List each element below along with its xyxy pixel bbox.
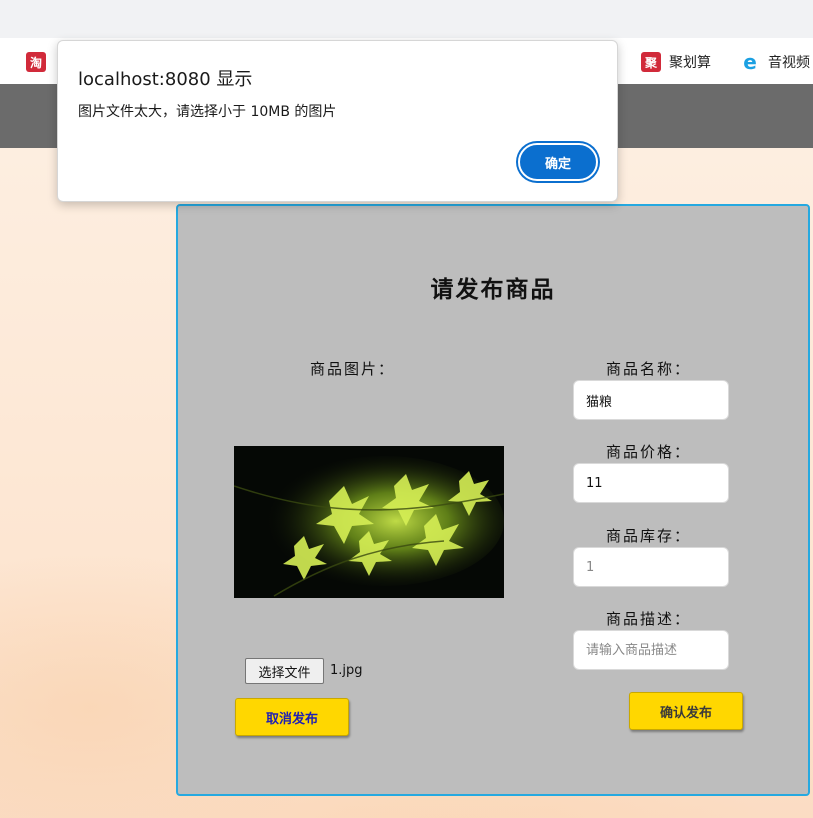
ie-icon: e bbox=[743, 50, 757, 74]
bookmark-video[interactable]: e 音视频 bbox=[740, 50, 810, 74]
dialog-ok-button[interactable]: 确定 bbox=[518, 143, 598, 181]
page-title: 请发布商品 bbox=[430, 276, 556, 303]
price-label: 商品价格： bbox=[606, 443, 692, 461]
publish-product-panel: 请发布商品 商品图片： 选择文件 1.jpg 取消发布 商品名称： 猫粮 商品价… bbox=[176, 204, 810, 796]
product-price-input[interactable] bbox=[573, 463, 729, 503]
bookmark-label: 音视频 bbox=[768, 55, 810, 71]
stock-label: 商品库存： bbox=[606, 527, 692, 545]
bookmark-label: 聚划算 bbox=[669, 55, 711, 71]
product-image-preview bbox=[234, 446, 504, 598]
dialog-message: 图片文件太大，请选择小于 10MB 的图片 bbox=[78, 104, 337, 120]
juhuasuan-icon: 聚 bbox=[641, 52, 661, 72]
dialog-title: localhost:8080 显示 bbox=[78, 69, 253, 90]
selected-file-name: 1.jpg bbox=[330, 663, 363, 678]
choose-file-button[interactable]: 选择文件 bbox=[245, 658, 324, 684]
description-label: 商品描述： bbox=[606, 610, 692, 628]
alert-dialog: localhost:8080 显示 图片文件太大，请选择小于 10MB 的图片 … bbox=[57, 40, 618, 202]
image-label: 商品图片： bbox=[310, 360, 396, 378]
cancel-publish-button[interactable]: 取消发布 bbox=[235, 698, 349, 736]
bookmark-taobao[interactable]: 淘 bbox=[26, 52, 46, 72]
product-name-input[interactable] bbox=[573, 380, 729, 420]
taobao-icon: 淘 bbox=[26, 52, 46, 72]
browser-tab-strip bbox=[0, 0, 813, 38]
product-description-input[interactable] bbox=[573, 630, 729, 670]
bookmark-juhuasuan[interactable]: 聚 聚划算 bbox=[641, 52, 711, 72]
leaf-photo-icon bbox=[234, 446, 504, 598]
name-label: 商品名称： bbox=[606, 360, 692, 378]
confirm-publish-button[interactable]: 确认发布 bbox=[629, 692, 743, 730]
product-stock-input[interactable] bbox=[573, 547, 729, 587]
